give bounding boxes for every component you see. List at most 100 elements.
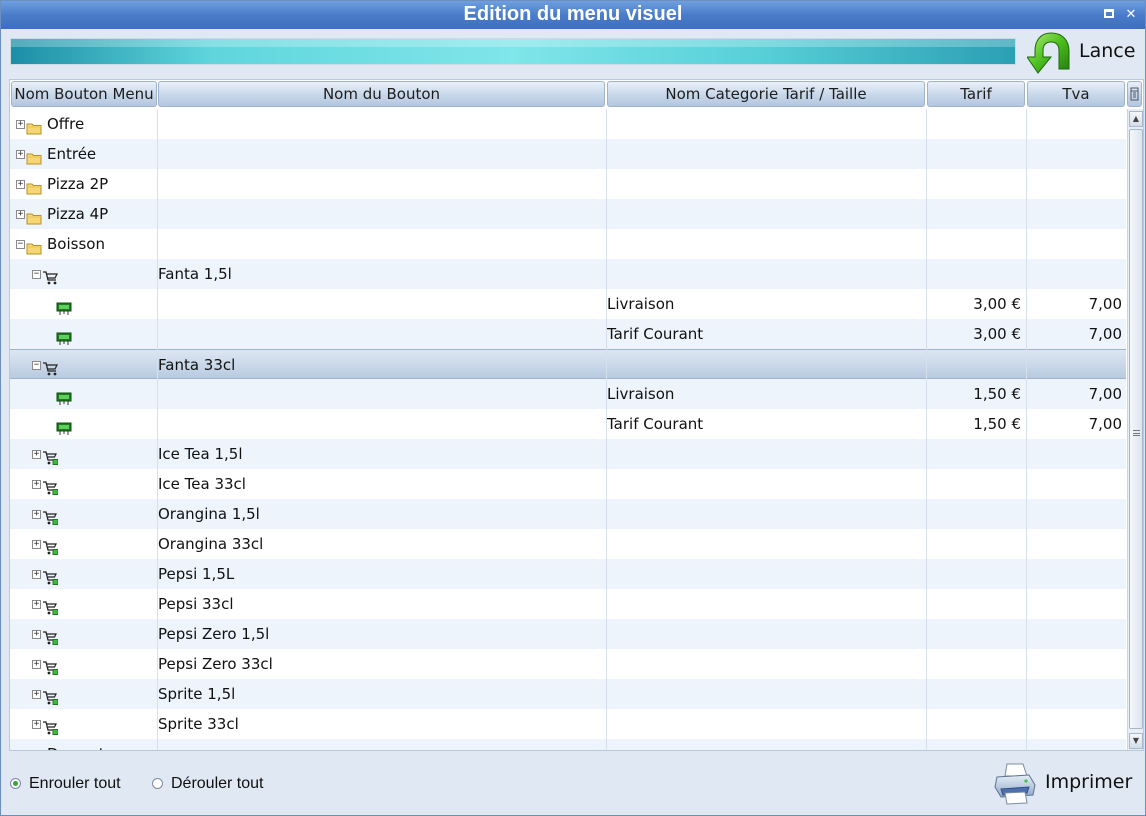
title-bar[interactable]: Edition du menu visuel ✕ xyxy=(1,1,1145,29)
expand-all-radio[interactable]: Dérouler tout xyxy=(152,775,292,793)
tarif-cell xyxy=(927,499,1021,529)
window-title: Edition du menu visuel xyxy=(463,3,683,25)
cart-add-icon xyxy=(42,506,59,525)
column-header-tva[interactable]: Tva xyxy=(1027,81,1125,107)
tva-cell xyxy=(1027,139,1122,169)
expand-icon[interactable]: + xyxy=(16,150,25,159)
tree-cell: + xyxy=(10,589,157,619)
collapse-icon[interactable]: − xyxy=(32,270,41,279)
expand-icon[interactable]: + xyxy=(32,720,41,729)
scroll-up-button[interactable]: ▲ xyxy=(1129,111,1143,127)
button-name-cell xyxy=(158,199,605,229)
expand-icon[interactable]: + xyxy=(16,180,25,189)
table-row[interactable]: + Pepsi Zero 33cl xyxy=(10,649,1126,679)
tva-cell xyxy=(1027,259,1122,289)
tree-cell xyxy=(10,289,157,319)
price-tag-icon xyxy=(56,296,72,315)
expand-icon[interactable]: + xyxy=(16,120,25,129)
collapse-icon[interactable]: − xyxy=(32,361,41,370)
price-tag-icon xyxy=(56,416,72,435)
column-divider xyxy=(926,109,927,750)
scroll-thumb[interactable] xyxy=(1129,129,1143,729)
column-header-nom-bouton-menu[interactable]: Nom Bouton Menu xyxy=(11,81,157,107)
column-chooser-icon[interactable] xyxy=(1127,81,1142,107)
cart-icon xyxy=(42,266,58,285)
tarif-cell: 1,50 € xyxy=(973,415,1021,433)
radio-dot[interactable] xyxy=(152,778,163,789)
table-row[interactable]: Livraison 1,50 € 7,00 xyxy=(10,379,1126,409)
tarif-cell xyxy=(927,589,1021,619)
tva-cell xyxy=(1027,529,1122,559)
lance-label: Lance xyxy=(1079,40,1136,62)
tree-cell: + Pizza 4P xyxy=(10,199,157,229)
button-name-cell xyxy=(158,379,605,409)
tva-cell xyxy=(1027,499,1122,529)
column-header-tarif[interactable]: Tarif xyxy=(927,81,1025,107)
table-row[interactable]: + Sprite 33cl xyxy=(10,709,1126,739)
tva-cell xyxy=(1027,559,1122,589)
lance-button[interactable]: Lance xyxy=(1023,29,1141,75)
table-row[interactable]: Tarif Courant 1,50 € 7,00 xyxy=(10,409,1126,439)
table-row[interactable]: + Dessert xyxy=(10,739,1126,751)
column-header-nom-du-bouton[interactable]: Nom du Bouton xyxy=(158,81,605,107)
maximize-icon[interactable] xyxy=(1101,7,1117,23)
tree-cell xyxy=(10,409,157,439)
expand-icon[interactable]: + xyxy=(32,510,41,519)
table-row[interactable]: + Pepsi 1,5L xyxy=(10,559,1126,589)
close-icon[interactable]: ✕ xyxy=(1123,7,1139,23)
table-row[interactable]: + Entrée xyxy=(10,139,1126,169)
table-row[interactable]: + Offre xyxy=(10,109,1126,139)
column-divider xyxy=(1026,109,1027,750)
button-name-cell: Orangina 33cl xyxy=(158,535,264,553)
button-name-cell: Ice Tea 1,5l xyxy=(158,445,243,463)
collapse-all-radio[interactable]: Enrouler tout xyxy=(10,775,140,793)
folder-icon xyxy=(26,236,42,255)
table-row[interactable]: Tarif Courant 3,00 € 7,00 xyxy=(10,319,1126,349)
radio-dot[interactable] xyxy=(10,778,21,789)
category-cell xyxy=(607,499,925,529)
tva-cell xyxy=(1027,199,1122,229)
expand-icon[interactable]: + xyxy=(32,480,41,489)
expand-icon[interactable]: + xyxy=(32,690,41,699)
expand-icon[interactable]: + xyxy=(32,630,41,639)
category-cell: Tarif Courant xyxy=(607,415,704,433)
menu-name-label: Pizza 2P xyxy=(47,175,109,193)
table-row[interactable]: + Pepsi Zero 1,5l xyxy=(10,619,1126,649)
category-cell: Tarif Courant xyxy=(607,325,704,343)
scroll-down-button[interactable]: ▼ xyxy=(1129,733,1143,749)
tree-cell: + xyxy=(10,679,157,709)
button-name-cell: Orangina 1,5l xyxy=(158,505,260,523)
table-row[interactable]: + Ice Tea 1,5l xyxy=(10,439,1126,469)
tarif-cell xyxy=(927,199,1021,229)
table-row[interactable]: − Fanta 1,5l xyxy=(10,259,1126,289)
tree-cell: + Dessert xyxy=(10,739,157,751)
expand-icon[interactable]: + xyxy=(32,450,41,459)
vertical-scrollbar[interactable]: ▲ ▼ xyxy=(1127,109,1143,750)
button-name-cell: Pepsi 33cl xyxy=(158,595,234,613)
expand-icon[interactable]: + xyxy=(32,600,41,609)
expand-icon[interactable]: + xyxy=(32,660,41,669)
collapse-icon[interactable]: − xyxy=(16,240,25,249)
table-row[interactable]: − Fanta 33cl xyxy=(10,349,1126,379)
table-row[interactable]: + Sprite 1,5l xyxy=(10,679,1126,709)
table-row[interactable]: + Pizza 4P xyxy=(10,199,1126,229)
cart-add-icon xyxy=(42,536,59,555)
expand-icon[interactable]: + xyxy=(32,540,41,549)
table-row[interactable]: − Boisson xyxy=(10,229,1126,259)
button-name-cell xyxy=(158,319,605,349)
print-button[interactable]: Imprimer xyxy=(993,761,1138,807)
expand-icon[interactable]: + xyxy=(16,210,25,219)
column-header-categorie[interactable]: Nom Categorie Tarif / Taille xyxy=(607,81,925,107)
tarif-cell xyxy=(927,229,1021,259)
tree-cell: + xyxy=(10,649,157,679)
table-row[interactable]: + Pizza 2P xyxy=(10,169,1126,199)
table-row[interactable]: + Orangina 33cl xyxy=(10,529,1126,559)
button-name-cell xyxy=(158,229,605,259)
tarif-cell: 3,00 € xyxy=(973,295,1021,313)
table-row[interactable]: + Ice Tea 33cl xyxy=(10,469,1126,499)
expand-icon[interactable]: + xyxy=(32,570,41,579)
table-row[interactable]: + Orangina 1,5l xyxy=(10,499,1126,529)
expand-icon[interactable]: + xyxy=(18,750,23,751)
table-row[interactable]: + Pepsi 33cl xyxy=(10,589,1126,619)
table-row[interactable]: Livraison 3,00 € 7,00 xyxy=(10,289,1126,319)
